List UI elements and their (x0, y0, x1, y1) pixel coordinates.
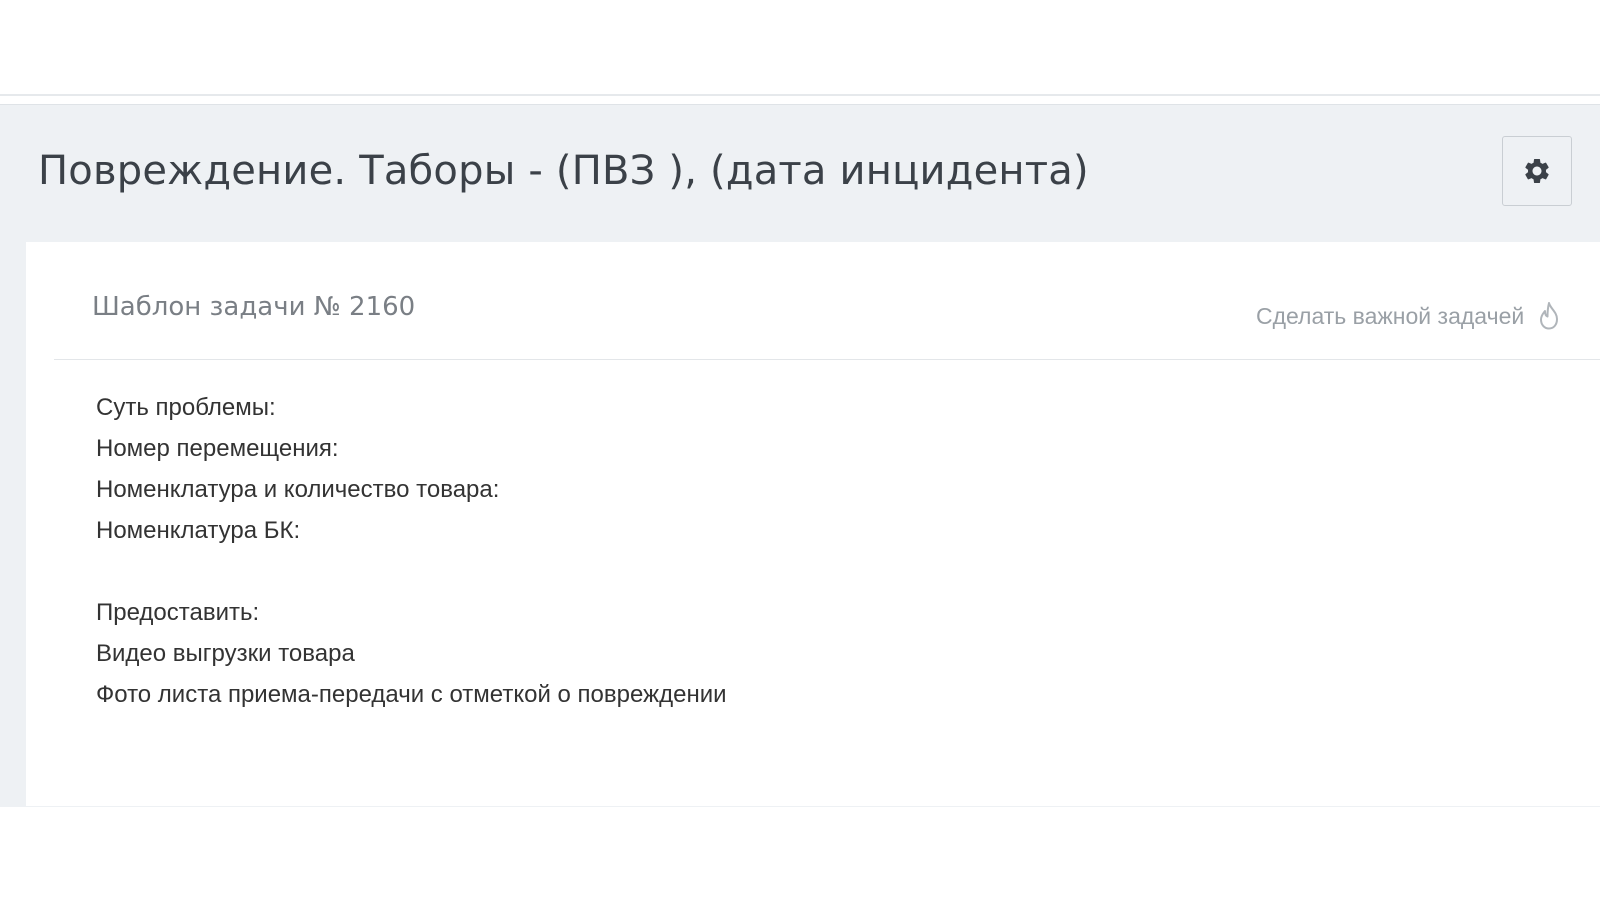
task-description: Суть проблемы: Номер перемещения: Номенк… (96, 387, 727, 715)
description-line-transfer-number: Номер перемещения: (96, 435, 339, 462)
description-line-problem: Суть проблемы: (96, 394, 276, 421)
gear-icon (1522, 156, 1552, 186)
description-line-nomenclature-quantity: Номенклатура и количество товара: (96, 476, 500, 503)
make-important-link[interactable]: Сделать важной задачей (1256, 302, 1560, 330)
top-navbar (0, 0, 1600, 96)
description-line-blank (96, 551, 727, 592)
description-line-handover-photo: Фото листа приема-передачи с отметкой о … (96, 681, 727, 708)
description-line-provide: Предоставить: (96, 599, 260, 626)
flame-icon (1538, 302, 1560, 330)
make-important-label: Сделать важной задачей (1256, 302, 1525, 329)
description-line-unloading-video: Видео выгрузки товара (96, 640, 355, 667)
page-title: Повреждение. Таборы - (ПВЗ ), (дата инци… (38, 148, 1089, 194)
task-template-number: Шаблон задачи № 2160 (92, 292, 416, 322)
settings-button[interactable] (1502, 136, 1572, 206)
description-line-nomenclature-bk: Номенклатура БК: (96, 517, 301, 544)
task-card: Шаблон задачи № 2160 Сделать важной зада… (26, 242, 1600, 806)
